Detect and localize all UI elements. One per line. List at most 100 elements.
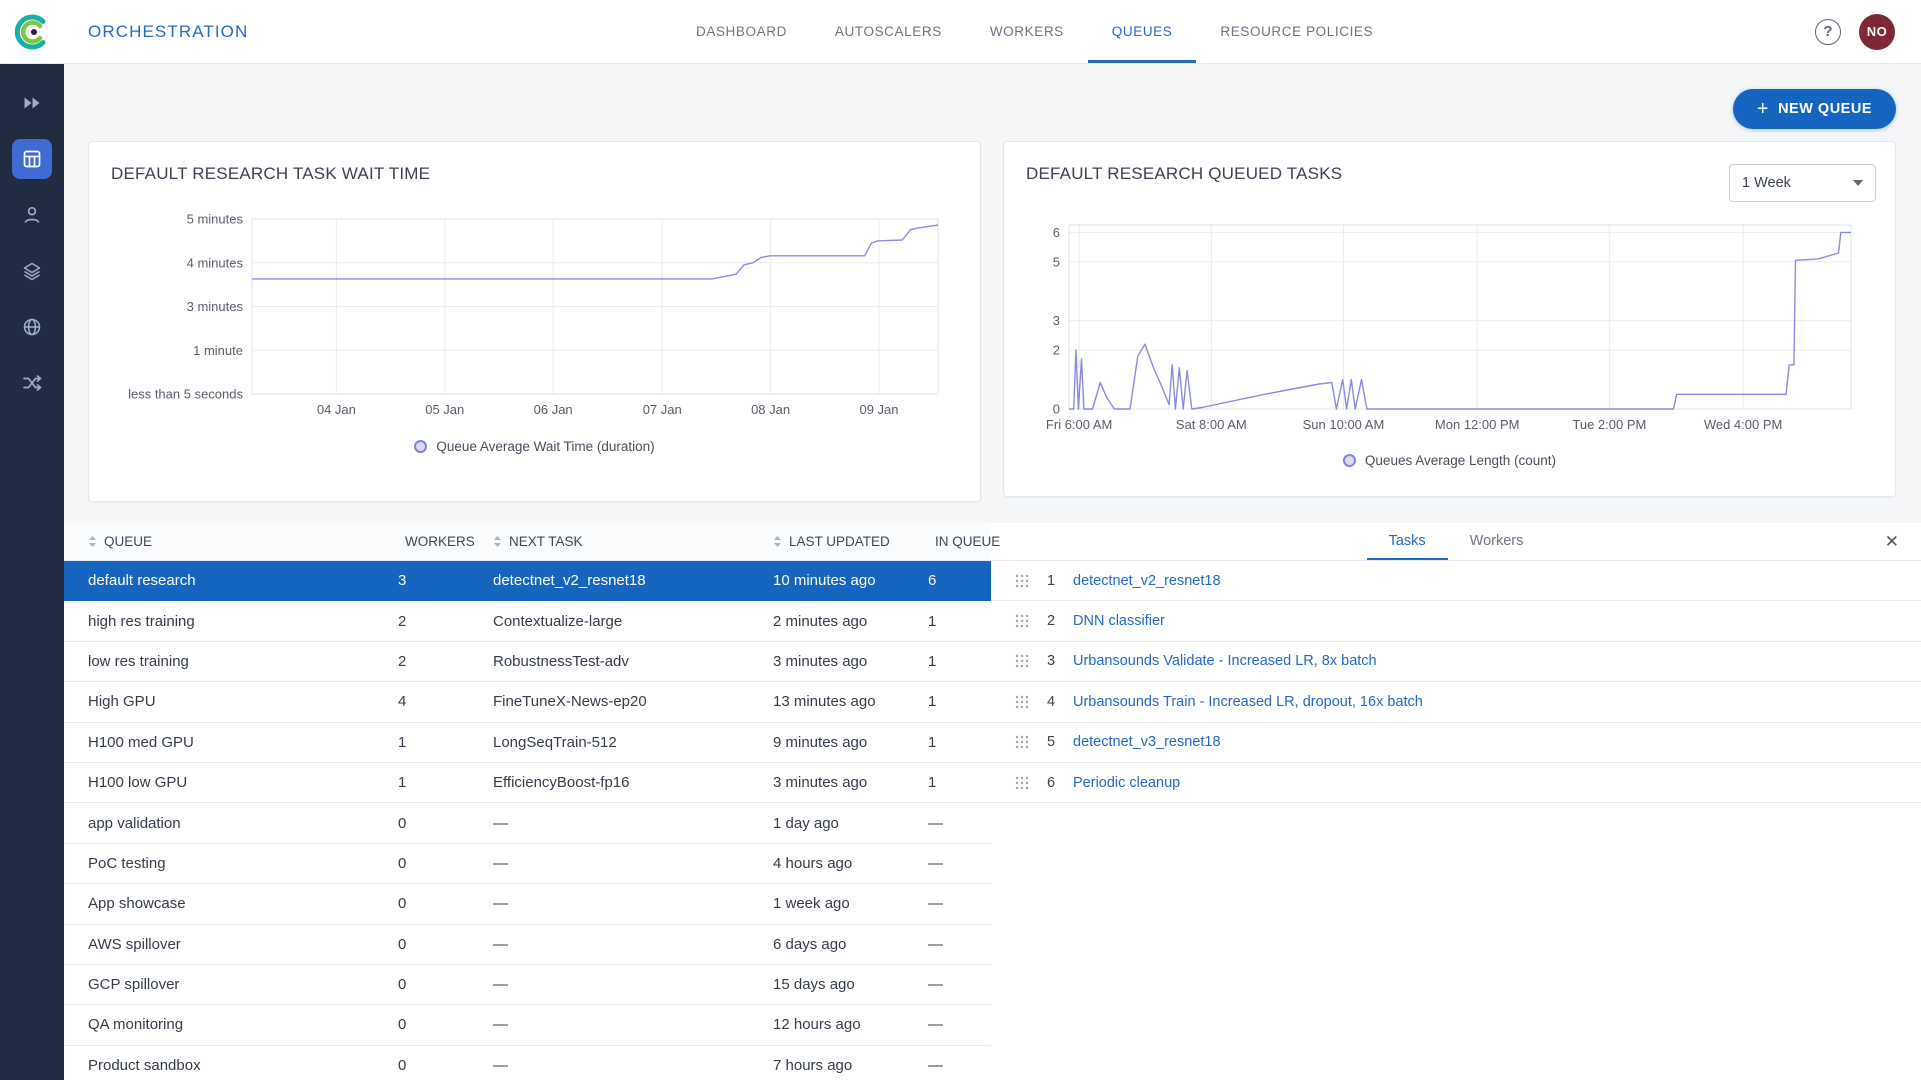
nav-tab-autoscalers[interactable]: AUTOSCALERS [811,0,966,63]
svg-text:07 Jan: 07 Jan [643,402,682,417]
in-queue-count: — [904,855,991,872]
workers-count: 0 [374,1016,469,1033]
drag-handle-icon[interactable] [1015,574,1031,588]
queue-panel-tabs-row: TasksWorkers ✕ [991,523,1921,561]
sidebar-item-layers[interactable] [12,251,52,291]
drag-handle-icon[interactable] [1015,654,1031,668]
drag-handle-icon[interactable] [1015,735,1031,749]
in-queue-count: — [904,895,991,912]
sidebar-item-globe[interactable] [12,307,52,347]
workers-count: 2 [374,613,469,630]
task-link[interactable]: detectnet_v3_resnet18 [1073,734,1221,750]
top-nav: DASHBOARDAUTOSCALERSWORKERSQUEUESRESOURC… [672,0,1397,63]
last-updated: 4 hours ago [749,855,904,872]
task-link[interactable]: Periodic cleanup [1073,775,1180,791]
drag-handle-icon[interactable] [1015,695,1031,709]
in-queue-count: 1 [904,774,991,791]
sidebar-item-pipelines[interactable] [12,363,52,403]
column-header-next-task[interactable]: NEXT TASK [469,534,749,549]
sidebar-item-workers[interactable] [12,195,52,235]
queues-icon [21,148,43,170]
task-link[interactable]: detectnet_v2_resnet18 [1073,573,1221,589]
queue-row-gcp-spillover[interactable]: GCP spillover0—15 days ago— [64,965,991,1005]
queue-row-app-showcase[interactable]: App showcase0—1 week ago— [64,884,991,924]
last-updated: 7 hours ago [749,1057,904,1074]
queue-row-default-research[interactable]: default research3detectnet_v2_resnet1810… [64,561,991,601]
queue-row-poc-testing[interactable]: PoC testing0—4 hours ago— [64,844,991,884]
column-header-in-queue[interactable]: IN QUEUE [904,534,991,549]
queue-name: high res training [64,613,374,630]
svg-text:3 minutes: 3 minutes [187,299,244,314]
queue-name: AWS spillover [64,936,374,953]
sidebar-item-launch[interactable] [12,83,52,123]
svg-text:08 Jan: 08 Jan [751,402,790,417]
column-label: WORKERS [405,534,475,549]
panel-tab-workers[interactable]: Workers [1448,523,1546,560]
in-queue-count: 1 [904,653,991,670]
last-updated: 10 minutes ago [749,572,904,589]
next-task: RobustnessTest-adv [469,653,749,670]
queue-name: app validation [64,815,374,832]
new-queue-button[interactable]: + NEW QUEUE [1733,89,1896,129]
last-updated: 13 minutes ago [749,693,904,710]
bottom-section: QUEUEWORKERSNEXT TASKLAST UPDATEDIN QUEU… [64,523,1921,1080]
task-list: 1detectnet_v2_resnet182DNN classifier3Ur… [991,561,1921,803]
queue-details-panel: TasksWorkers ✕ 1detectnet_v2_resnet182DN… [991,523,1921,1080]
workers-count: 2 [374,653,469,670]
task-row-urbansounds-train-increased-lr-dropout-16x-batch: 4Urbansounds Train - Increased LR, dropo… [991,682,1921,722]
task-link[interactable]: Urbansounds Validate - Increased LR, 8x … [1073,653,1377,669]
queue-row-qa-monitoring[interactable]: QA monitoring0—12 hours ago— [64,1005,991,1045]
queue-row-app-validation[interactable]: app validation0—1 day ago— [64,803,991,843]
nav-tab-workers[interactable]: WORKERS [966,0,1088,63]
drag-handle-icon[interactable] [1015,614,1031,628]
workers-count: 1 [374,774,469,791]
last-updated: 3 minutes ago [749,653,904,670]
in-queue-count: — [904,1016,991,1033]
svg-text:Fri 6:00 AM: Fri 6:00 AM [1046,417,1112,432]
help-icon[interactable]: ? [1815,19,1841,45]
queue-row-product-sandbox[interactable]: Product sandbox0—7 hours ago— [64,1046,991,1080]
queue-name: GCP spillover [64,976,374,993]
next-task: detectnet_v2_resnet18 [469,572,749,589]
workers-icon [21,204,43,226]
close-icon[interactable]: ✕ [1885,523,1899,560]
column-header-last-updated[interactable]: LAST UPDATED [749,534,904,549]
new-queue-label: NEW QUEUE [1778,101,1872,117]
task-link[interactable]: Urbansounds Train - Increased LR, dropou… [1073,694,1423,710]
queue-name: H100 med GPU [64,734,374,751]
task-index: 5 [1047,734,1073,750]
next-task: FineTuneX-News-ep20 [469,693,749,710]
queue-row-high-gpu[interactable]: High GPU4FineTuneX-News-ep2013 minutes a… [64,682,991,722]
next-task: LongSeqTrain-512 [469,734,749,751]
time-range-select[interactable]: 1 Week [1729,164,1876,202]
wait-time-chart-card: DEFAULT RESEARCH TASK WAIT TIME 5 minute… [88,141,981,502]
app-logo[interactable] [0,13,64,51]
avatar[interactable]: NO [1859,14,1895,50]
drag-handle-icon[interactable] [1015,776,1031,790]
queued-tasks-legend: Queues Average Length (count) [1004,453,1895,468]
svg-text:5 minutes: 5 minutes [187,212,244,227]
queue-row-h100-low-gpu[interactable]: H100 low GPU1EfficiencyBoost-fp163 minut… [64,763,991,803]
svg-text:Tue 2:00 PM: Tue 2:00 PM [1572,417,1646,432]
sidebar-item-queues[interactable] [12,139,52,179]
queue-row-h100-med-gpu[interactable]: H100 med GPU1LongSeqTrain-5129 minutes a… [64,723,991,763]
queue-name: App showcase [64,895,374,912]
panel-tab-tasks[interactable]: Tasks [1367,523,1448,560]
column-header-queue[interactable]: QUEUE [64,534,374,549]
queue-row-high-res-training[interactable]: high res training2Contextualize-large2 m… [64,601,991,641]
svg-text:6: 6 [1053,225,1060,240]
queue-row-aws-spillover[interactable]: AWS spillover0—6 days ago— [64,925,991,965]
queue-row-low-res-training[interactable]: low res training2RobustnessTest-adv3 min… [64,642,991,682]
svg-text:4 minutes: 4 minutes [187,255,244,270]
task-row-detectnet-v3-resnet18: 5detectnet_v3_resnet18 [991,723,1921,763]
queue-name: H100 low GPU [64,774,374,791]
task-link[interactable]: DNN classifier [1073,613,1165,629]
column-header-workers[interactable]: WORKERS [374,534,469,549]
wait-time-legend-label: Queue Average Wait Time (duration) [436,439,654,454]
nav-tab-queues[interactable]: QUEUES [1088,0,1197,63]
last-updated: 2 minutes ago [749,613,904,630]
nav-tab-resource-policies[interactable]: RESOURCE POLICIES [1196,0,1397,63]
globe-icon [21,316,43,338]
last-updated: 1 week ago [749,895,904,912]
nav-tab-dashboard[interactable]: DASHBOARD [672,0,811,63]
